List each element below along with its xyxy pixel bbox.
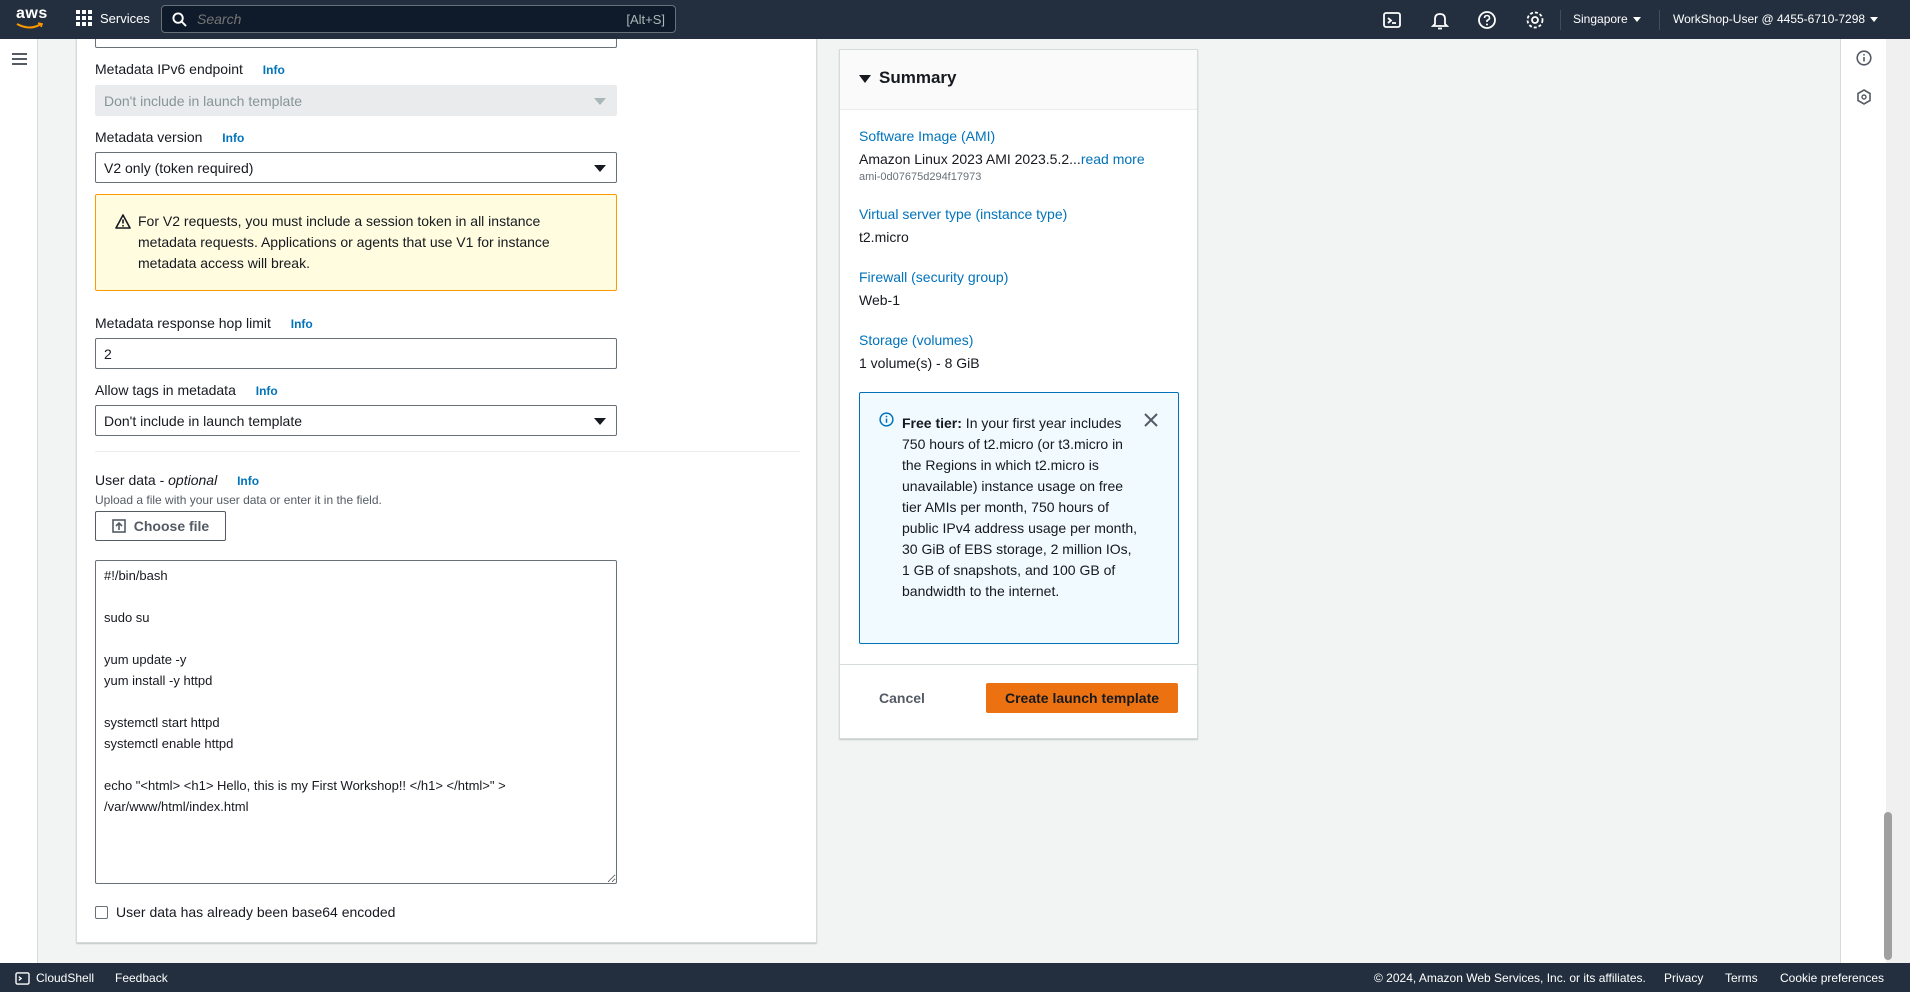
right-utility-rail — [1840, 39, 1886, 963]
ipv6-endpoint-label-row: Metadata IPv6 endpoint Info — [95, 61, 285, 77]
collapse-caret-icon — [859, 75, 871, 83]
summary-footer-divider — [840, 664, 1197, 665]
user-data-optional-label: optional — [168, 472, 218, 488]
ami-link[interactable]: Software Image (AMI) — [859, 128, 995, 144]
ipv6-endpoint-select: Don't include in launch template — [95, 85, 617, 116]
caret-down-icon — [594, 165, 606, 172]
metadata-version-info-link[interactable]: Info — [222, 131, 244, 145]
search-shortcut: [Alt+S] — [626, 11, 665, 27]
menu-hamburger-icon[interactable] — [12, 53, 27, 65]
section-divider — [95, 451, 800, 452]
grid-icon — [76, 10, 92, 26]
metadata-version-label-row: Metadata version Info — [95, 129, 244, 145]
caret-down-icon — [1632, 16, 1641, 22]
ipv6-endpoint-label: Metadata IPv6 endpoint — [95, 61, 243, 77]
metadata-version-value: V2 only (token required) — [104, 159, 254, 176]
choose-file-label: Choose file — [133, 518, 210, 534]
hop-limit-info-link[interactable]: Info — [291, 317, 313, 331]
nav-separator — [1659, 10, 1660, 30]
services-menu-button[interactable]: Services — [76, 10, 150, 26]
allow-tags-select[interactable]: Don't include in launch template — [95, 405, 617, 436]
tutorial-panel-icon[interactable] — [1856, 89, 1872, 105]
v2-warning-alert: For V2 requests, you must include a sess… — [95, 194, 617, 291]
caret-down-icon — [1870, 16, 1879, 22]
summary-title: Summary — [879, 68, 957, 87]
hop-limit-label-row: Metadata response hop limit Info — [95, 315, 313, 331]
upload-icon — [111, 519, 126, 533]
free-tier-title: Free tier: — [902, 415, 962, 431]
scrollbar-thumb[interactable] — [1884, 812, 1892, 960]
instance-type-link[interactable]: Virtual server type (instance type) — [859, 206, 1067, 222]
region-selector[interactable]: Singapore — [1573, 12, 1641, 26]
base64-encoded-checkbox[interactable] — [95, 906, 108, 919]
help-icon[interactable] — [1477, 10, 1497, 30]
user-data-label: User data - — [95, 472, 169, 488]
cookie-preferences-link[interactable]: Cookie preferences — [1780, 971, 1884, 985]
create-launch-template-button[interactable]: Create launch template — [986, 683, 1178, 713]
aws-smile-icon — [16, 22, 44, 29]
cloudshell-label: CloudShell — [36, 971, 95, 985]
previous-field-bottom — [95, 39, 617, 48]
cancel-button[interactable]: Cancel — [879, 690, 925, 706]
security-group-link[interactable]: Firewall (security group) — [859, 269, 1008, 285]
notifications-bell-icon[interactable] — [1430, 10, 1450, 30]
close-icon[interactable] — [1144, 413, 1158, 427]
ipv6-endpoint-value: Don't include in launch template — [104, 92, 303, 109]
info-icon — [879, 412, 894, 427]
info-panel-icon[interactable] — [1856, 50, 1872, 66]
region-label: Singapore — [1573, 12, 1628, 26]
v2-warning-text: For V2 requests, you must include a sess… — [138, 213, 550, 271]
footer-bar: CloudShell Feedback © 2024, Amazon Web S… — [0, 963, 1910, 992]
hop-limit-input[interactable] — [95, 338, 617, 369]
account-label: WorkShop-User @ 4455-6710-7298 — [1673, 12, 1866, 26]
user-data-description: Upload a file with your user data or ent… — [95, 493, 382, 507]
caret-down-icon — [594, 418, 606, 425]
summary-panel: Summary Software Image (AMI) Amazon Linu… — [839, 49, 1198, 739]
warning-icon — [115, 214, 131, 229]
cloudshell-icon — [15, 971, 30, 985]
ami-value: Amazon Linux 2023 AMI 2023.5.2... — [859, 151, 1081, 167]
search-input[interactable] — [195, 10, 627, 28]
user-data-info-link[interactable]: Info — [237, 474, 259, 488]
account-menu[interactable]: WorkShop-User @ 4455-6710-7298 — [1673, 12, 1879, 26]
allow-tags-label-row: Allow tags in metadata Info — [95, 382, 278, 398]
base64-encoded-label: User data has already been base64 encode… — [116, 904, 396, 920]
allow-tags-value: Don't include in launch template — [104, 412, 303, 429]
copyright-text: © 2024, Amazon Web Services, Inc. or its… — [1374, 971, 1646, 985]
cloudshell-icon[interactable] — [1382, 10, 1402, 30]
storage-link[interactable]: Storage (volumes) — [859, 332, 973, 348]
ami-read-more-link[interactable]: read more — [1081, 151, 1145, 167]
caret-down-icon — [594, 98, 606, 105]
allow-tags-label: Allow tags in metadata — [95, 382, 236, 398]
ipv6-endpoint-info-link[interactable]: Info — [263, 63, 285, 77]
storage-value: 1 volume(s) - 8 GiB — [859, 355, 980, 371]
top-navigation: aws Services [Alt+S] — [0, 0, 1910, 39]
feedback-link[interactable]: Feedback — [115, 971, 168, 985]
user-data-label-row: User data - optional Info — [95, 472, 259, 488]
metadata-version-label: Metadata version — [95, 129, 203, 145]
ami-id: ami-0d07675d294f17973 — [859, 171, 982, 183]
search-bar[interactable]: [Alt+S] — [161, 5, 676, 33]
aws-logo[interactable]: aws — [16, 6, 48, 31]
search-icon — [172, 11, 187, 27]
free-tier-text: In your first year includes 750 hours of… — [902, 415, 1138, 599]
services-label: Services — [100, 10, 150, 26]
instance-type-value: t2.micro — [859, 229, 909, 245]
nav-separator — [1560, 10, 1561, 30]
settings-gear-icon[interactable] — [1525, 10, 1545, 30]
create-launch-template-label: Create launch template — [1004, 690, 1160, 706]
hop-limit-label: Metadata response hop limit — [95, 315, 271, 331]
allow-tags-info-link[interactable]: Info — [256, 384, 278, 398]
cloudshell-footer-button[interactable]: CloudShell — [15, 971, 94, 985]
metadata-version-select[interactable]: V2 only (token required) — [95, 152, 617, 183]
free-tier-info-alert: Free tier: In your first year includes 7… — [859, 392, 1179, 644]
summary-header[interactable]: Summary — [840, 50, 1197, 110]
privacy-link[interactable]: Privacy — [1664, 971, 1703, 985]
security-group-value: Web-1 — [859, 292, 900, 308]
user-data-textarea[interactable]: #!/bin/bash sudo su yum update -y yum in… — [95, 560, 617, 884]
ami-value-row: Amazon Linux 2023 AMI 2023.5.2...read mo… — [859, 151, 1145, 167]
left-navigation-rail — [0, 39, 38, 963]
terms-link[interactable]: Terms — [1725, 971, 1758, 985]
choose-file-button[interactable]: Choose file — [95, 511, 226, 541]
